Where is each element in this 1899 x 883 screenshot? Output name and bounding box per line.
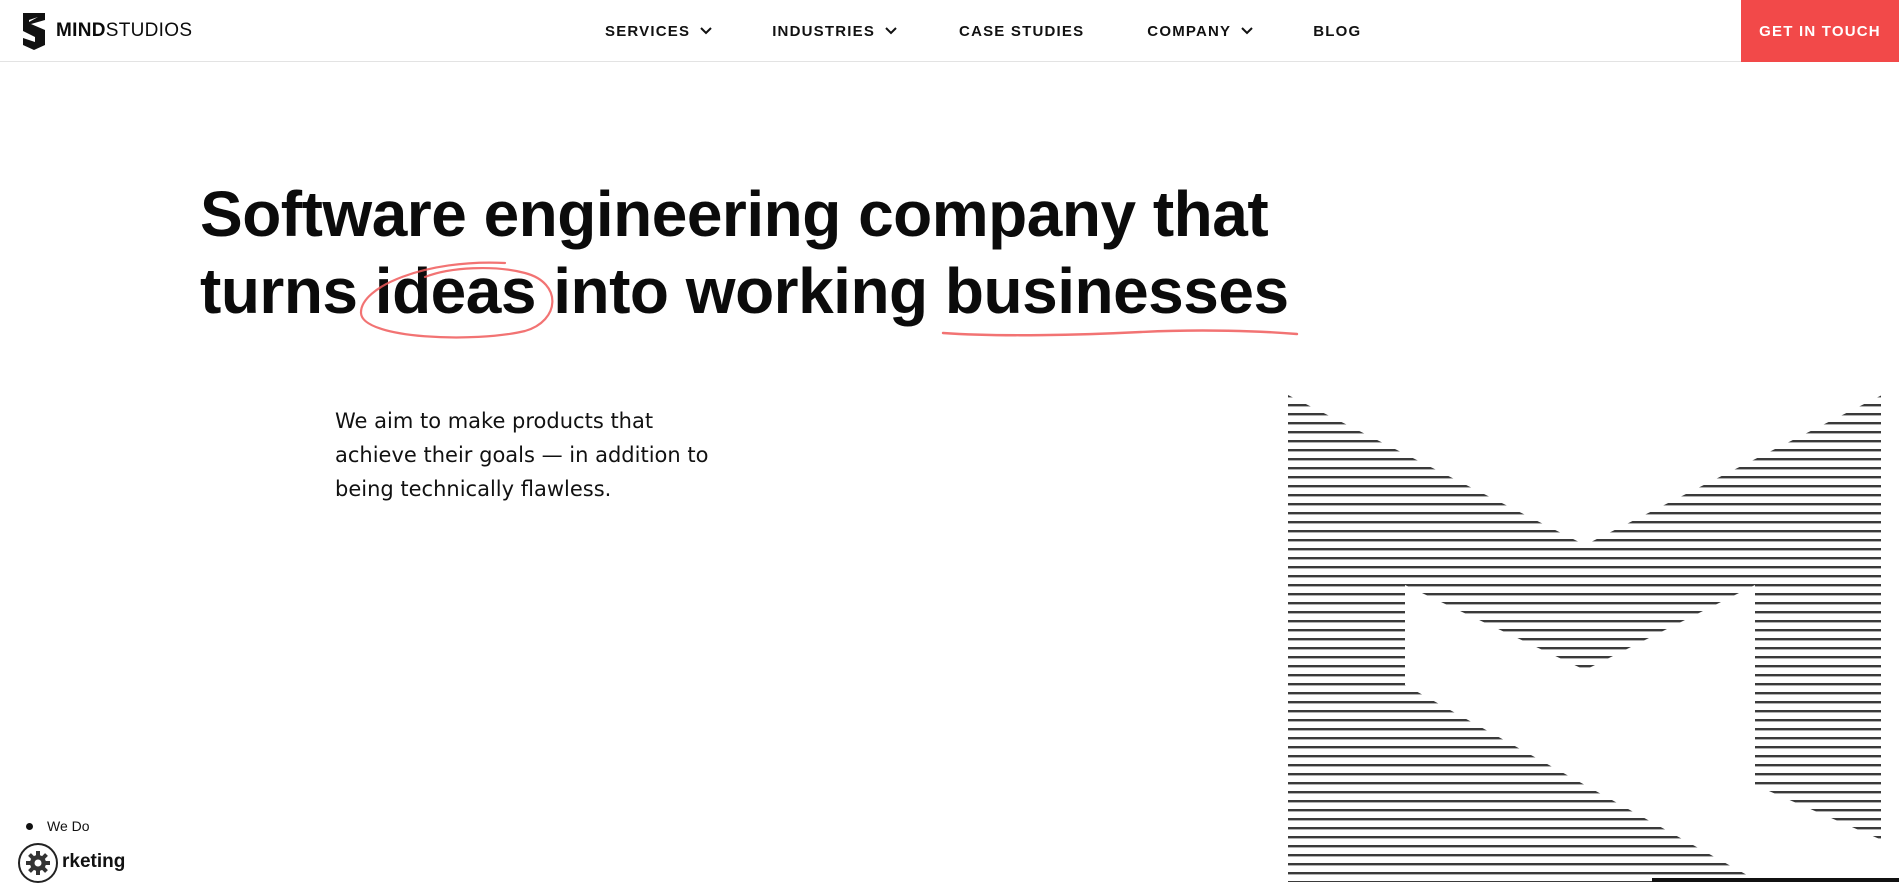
nav-case-studies[interactable]: CASE STUDIES: [959, 23, 1084, 40]
nav-services[interactable]: SERVICES: [605, 23, 712, 40]
nav-blog[interactable]: BLOG: [1313, 23, 1361, 40]
hero-subtitle: We aim to make products that achieve the…: [335, 409, 709, 501]
section-label: We Do: [47, 818, 90, 834]
nav-label: COMPANY: [1147, 22, 1232, 40]
hero-title-line-1: Software engineering company that: [200, 178, 1269, 250]
underlined-word: businesses: [941, 253, 1299, 337]
nav-industries[interactable]: INDUSTRIES: [772, 23, 897, 40]
hand-drawn-circle: [359, 261, 554, 339]
bullet-dot: [26, 822, 33, 830]
hero-title-line-2: turns ideas into working businesses: [200, 253, 1340, 339]
main-nav: SERVICES INDUSTRIES CASE STUDIES COMPANY…: [605, 0, 1361, 62]
site-header: MINDSTUDIOS SERVICES INDUSTRIES CASE STU…: [0, 0, 1899, 62]
nav-company[interactable]: COMPANY: [1147, 23, 1253, 40]
section-heading-partial: rketing: [62, 851, 126, 872]
section-indicator[interactable]: We Do: [26, 818, 90, 834]
nav-label: BLOG: [1313, 22, 1362, 40]
gear-icon: [26, 851, 50, 875]
chevron-down-icon: [1241, 27, 1253, 35]
chevron-down-icon: [885, 27, 897, 35]
hero-text: into working: [535, 255, 945, 327]
bottom-right-bar: [1652, 878, 1899, 882]
striped-m-logo-graphic: [1285, 395, 1881, 882]
nav-label: INDUSTRIES: [772, 22, 876, 40]
m-logo-icon: [1288, 395, 1881, 882]
brand-name: MINDSTUDIOS: [56, 20, 193, 41]
mindstudios-logo-icon: [23, 13, 45, 50]
get-in-touch-button[interactable]: GET IN TOUCH: [1741, 0, 1899, 62]
logo[interactable]: MINDSTUDIOS: [20, 11, 192, 51]
hand-drawn-underline: [941, 329, 1299, 337]
circled-word: ideas: [359, 253, 554, 339]
nav-label: SERVICES: [605, 22, 691, 40]
hero-text: turns: [200, 255, 375, 327]
nav-label: CASE STUDIES: [959, 22, 1085, 40]
chevron-down-icon: [700, 27, 712, 35]
hero-title: Software engineering company that turns …: [200, 176, 1340, 339]
settings-button[interactable]: [18, 843, 58, 883]
